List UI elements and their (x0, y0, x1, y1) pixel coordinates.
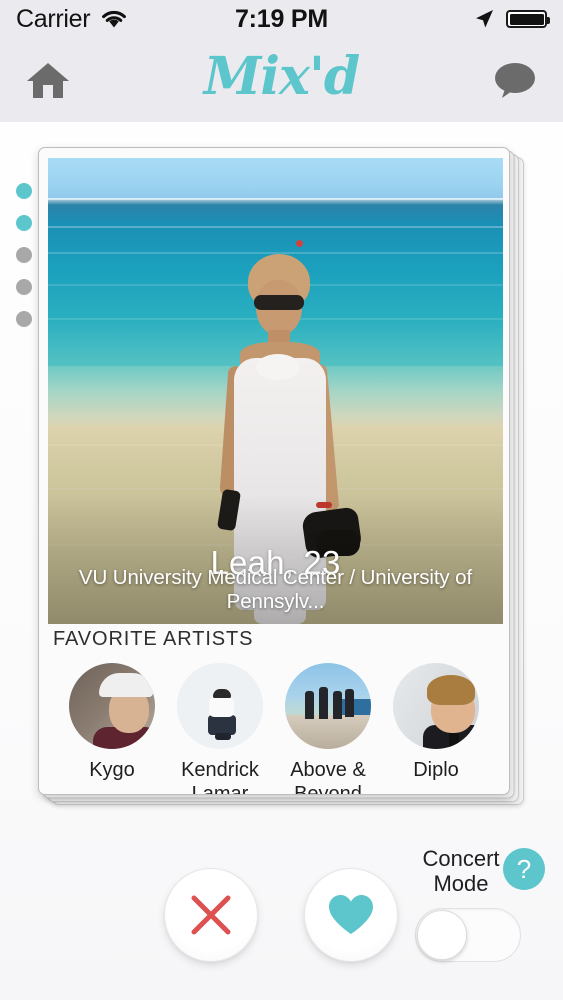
app-screen: Carrier 7:19 PM Mix'd Leah, 23 VU Univer… (0, 0, 563, 1000)
artist-avatar-kendrick-lamar (177, 663, 263, 749)
artist-name: Kygo (89, 759, 135, 781)
photo-pager-dots (16, 183, 32, 327)
location-arrow-icon (476, 10, 493, 28)
artist-name: Diplo (413, 759, 459, 781)
artist-item-diplo[interactable]: Diplo (387, 663, 485, 794)
nope-button[interactable] (164, 868, 258, 962)
photo-dot-4[interactable] (16, 279, 32, 295)
artist-avatar-above-and-beyond (285, 663, 371, 749)
messages-button[interactable] (487, 52, 543, 108)
heart-icon (329, 895, 373, 934)
artist-item-above-and-beyond[interactable]: Above & Beyond (279, 663, 377, 795)
like-button[interactable] (304, 868, 398, 962)
status-bar-right (473, 8, 550, 30)
photo-dot-2[interactable] (16, 215, 32, 231)
status-bar: Carrier 7:19 PM (0, 0, 563, 38)
wifi-icon (102, 10, 127, 28)
photo-horizon-surf (48, 198, 503, 205)
profile-card-stack: Leah, 23 VU University Medical Center / … (38, 147, 524, 805)
favorite-artists-row: Kygo Kendrick Lamar Above & Beyond Diplo (49, 663, 499, 795)
home-button[interactable] (20, 52, 76, 108)
action-bar: Concert Mode ? (0, 846, 563, 978)
battery-full-icon (506, 10, 550, 28)
artist-name: Above & Beyond (290, 759, 366, 795)
concert-mode-toggle[interactable] (415, 908, 521, 962)
photo-dot-3[interactable] (16, 247, 32, 263)
artist-item-kygo[interactable]: Kygo (63, 663, 161, 794)
close-x-icon (191, 895, 231, 935)
app-logo: Mix'd (203, 46, 361, 107)
concert-mode-control: Concert Mode ? (403, 846, 551, 962)
photo-dot-1[interactable] (16, 183, 32, 199)
home-icon (27, 63, 69, 98)
app-header: Mix'd (0, 38, 563, 122)
status-bar-left: Carrier (16, 5, 129, 34)
favorite-artists-section: FAVORITE ARTISTS Kygo Kendrick Lamar Abo… (39, 628, 509, 795)
help-question-icon[interactable]: ? (503, 848, 545, 890)
profile-affiliation: VU University Medical Center / Universit… (78, 566, 473, 613)
artist-item-kendrick-lamar[interactable]: Kendrick Lamar (171, 663, 269, 795)
profile-photo[interactable]: Leah, 23 VU University Medical Center / … (48, 158, 503, 624)
artist-name: Kendrick Lamar (181, 759, 259, 795)
chat-bubble-icon (495, 63, 535, 98)
artist-avatar-kygo (69, 663, 155, 749)
photo-dot-5[interactable] (16, 311, 32, 327)
photo-sky (48, 158, 503, 200)
carrier-label: Carrier (16, 4, 91, 33)
artist-avatar-diplo (393, 663, 479, 749)
profile-card[interactable]: Leah, 23 VU University Medical Center / … (38, 147, 510, 795)
photo-buoy (296, 240, 303, 247)
favorite-artists-label: FAVORITE ARTISTS (53, 628, 254, 650)
toggle-knob (417, 910, 467, 960)
